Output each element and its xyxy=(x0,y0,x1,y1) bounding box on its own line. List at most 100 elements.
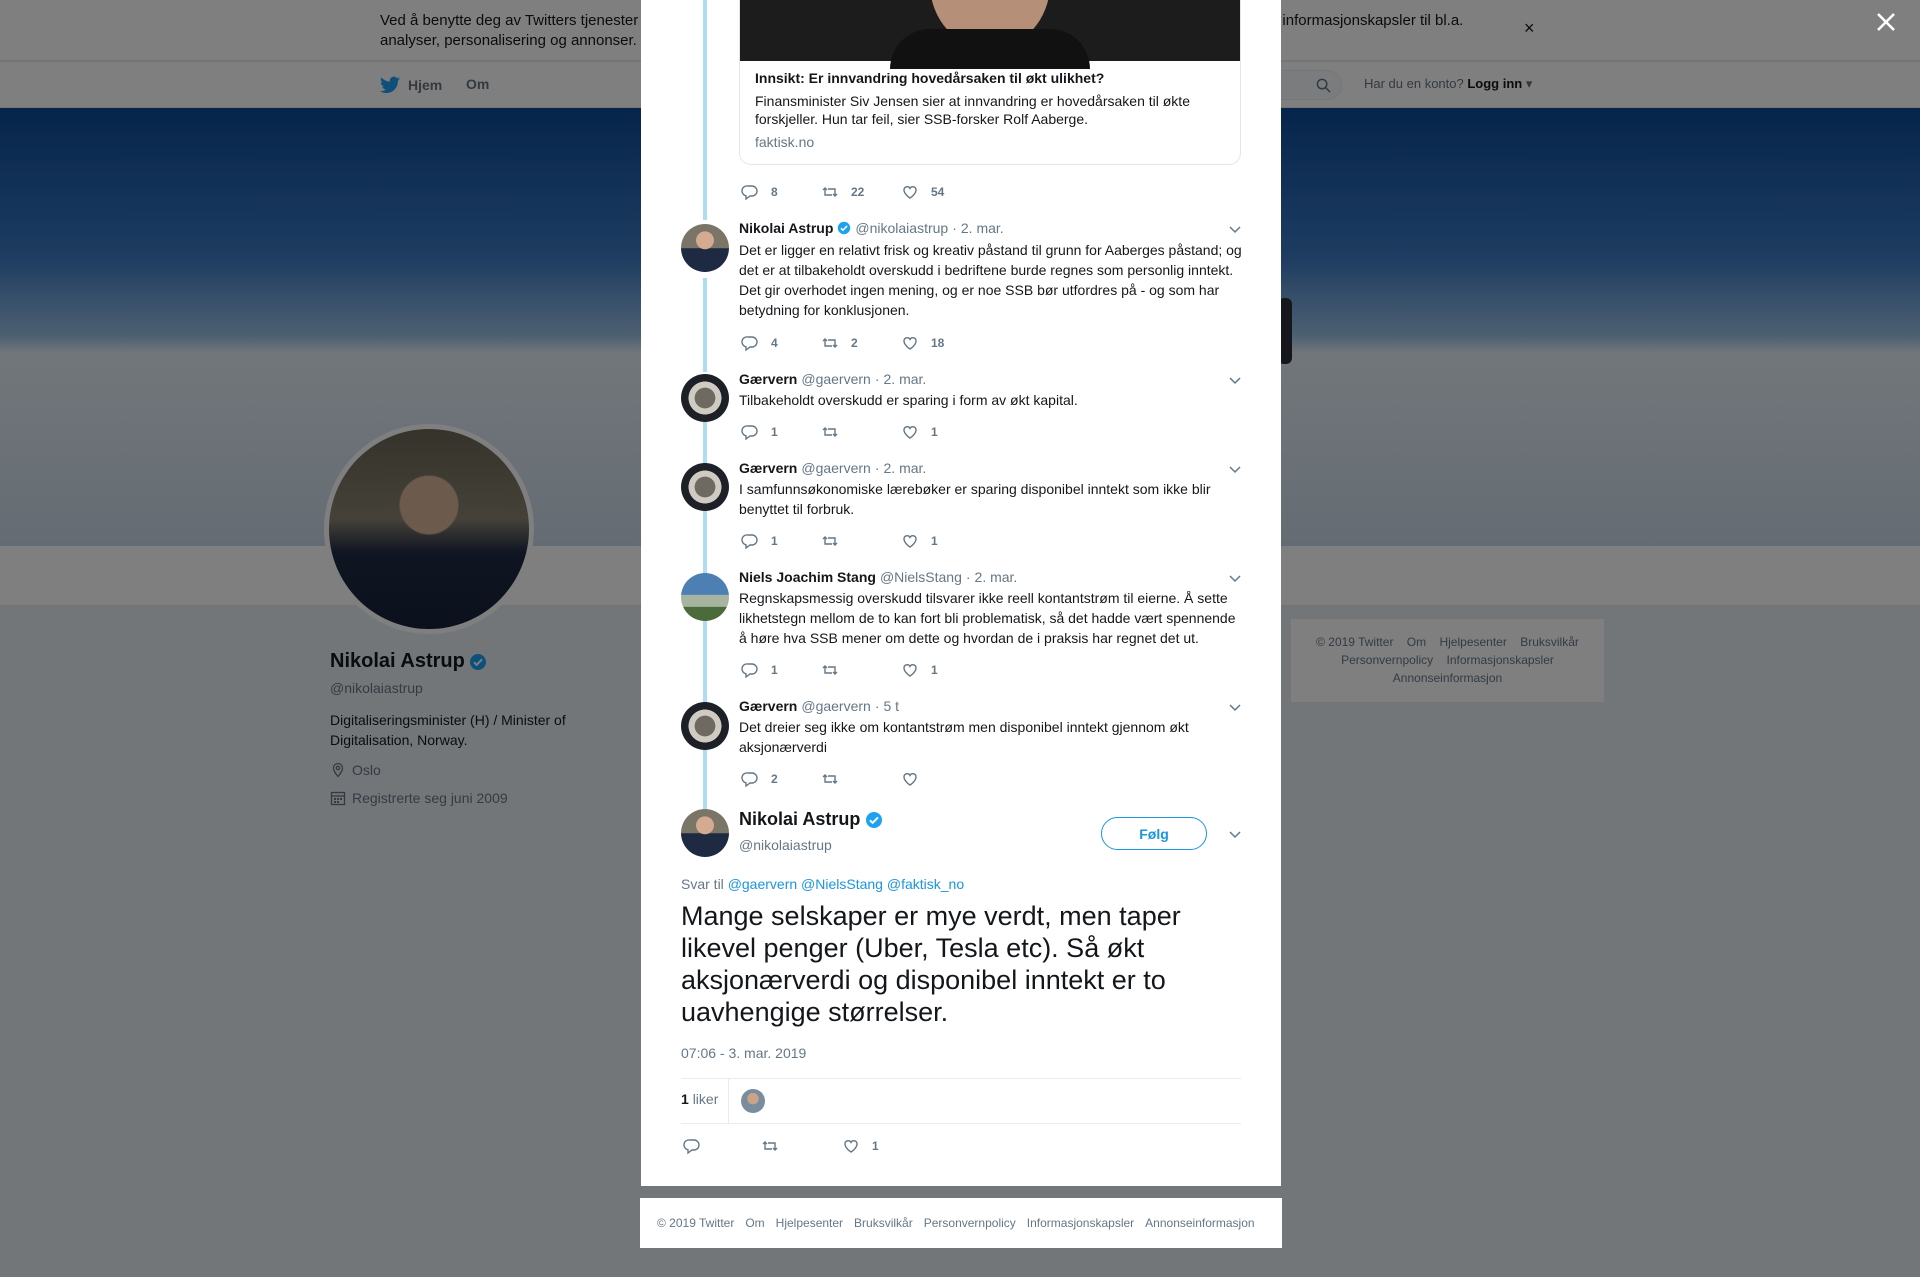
like-count: 54 xyxy=(931,185,945,199)
heart-icon xyxy=(903,773,917,786)
mention-link[interactable]: @gaervern xyxy=(728,876,797,892)
thread-line xyxy=(703,0,707,220)
tweet-header: Gærvern @gaervern · 2. mar. xyxy=(739,371,926,387)
like-button[interactable]: 1 xyxy=(842,1137,879,1155)
retweet-button[interactable]: 2 xyxy=(821,334,858,352)
tweet-author-name[interactable]: Nikolai Astrup xyxy=(739,220,833,236)
footer-link-ads[interactable]: Annonseinformasjon xyxy=(1145,1216,1254,1230)
reply-button[interactable]: 1 xyxy=(741,661,778,679)
like-count: 1 xyxy=(931,663,938,677)
footer-link-cookies[interactable]: Informasjonskapsler xyxy=(1027,1216,1134,1230)
like-button[interactable]: 1 xyxy=(901,532,938,550)
link-preview-card[interactable]: Innsikt: Er innvandring hovedårsaken til… xyxy=(739,0,1241,165)
tweet-time[interactable]: 2. mar. xyxy=(975,569,1018,585)
liker-avatar[interactable] xyxy=(741,1089,765,1113)
retweet-count: 22 xyxy=(851,185,865,199)
chevron-down-icon[interactable] xyxy=(1228,700,1242,714)
tweet-time[interactable]: 2. mar. xyxy=(961,220,1004,236)
tweet-author-handle[interactable]: @gaervern xyxy=(801,371,870,387)
retweet-icon xyxy=(822,427,838,437)
tweet-author-handle[interactable]: @NielsStang xyxy=(880,569,962,585)
close-icon[interactable] xyxy=(1874,10,1898,34)
avatar[interactable] xyxy=(681,463,729,511)
main-tweet-avatar[interactable] xyxy=(681,809,729,857)
tweet-author-handle[interactable]: @gaervern xyxy=(801,698,870,714)
heart-icon xyxy=(903,426,917,439)
reply-icon xyxy=(741,663,758,679)
retweet-icon xyxy=(822,338,838,348)
like-button[interactable]: 18 xyxy=(901,334,944,352)
footer-link-copyright[interactable]: © 2019 Twitter xyxy=(657,1216,734,1230)
retweet-icon xyxy=(822,187,838,197)
tweet-author-handle[interactable]: @gaervern xyxy=(801,460,870,476)
retweet-button[interactable] xyxy=(821,532,851,550)
tweet-author-handle[interactable]: @nikolaiastrup xyxy=(855,220,948,236)
reply-button[interactable] xyxy=(683,1137,713,1155)
footer-link-help[interactable]: Hjelpesenter xyxy=(776,1216,843,1230)
avatar[interactable] xyxy=(681,374,729,422)
reply-icon xyxy=(741,425,758,441)
retweet-button[interactable] xyxy=(821,661,851,679)
retweet-button[interactable] xyxy=(821,423,851,441)
separator-dot: · xyxy=(874,698,880,714)
verified-badge-icon xyxy=(866,811,883,828)
reply-button[interactable]: 8 xyxy=(741,183,778,201)
footer-link-terms[interactable]: Bruksvilkår xyxy=(854,1216,913,1230)
tweet-author-name[interactable]: Gærvern xyxy=(739,460,797,476)
reply-button[interactable]: 4 xyxy=(741,334,778,352)
reply-button[interactable]: 1 xyxy=(741,532,778,550)
tweet-time[interactable]: 2. mar. xyxy=(884,371,927,387)
footer-link-privacy[interactable]: Personvernpolicy xyxy=(924,1216,1016,1230)
tweet-author-name[interactable]: Gærvern xyxy=(739,698,797,714)
chevron-down-icon[interactable] xyxy=(1228,571,1242,585)
tweet-text: I samfunnsøkonomiske lærebøker er sparin… xyxy=(739,481,1211,517)
card-title: Innsikt: Er innvandring hovedårsaken til… xyxy=(755,70,1105,86)
mention-link[interactable]: @NielsStang xyxy=(801,876,883,892)
chevron-down-icon[interactable] xyxy=(1228,222,1242,236)
retweet-button[interactable] xyxy=(821,770,851,788)
avatar[interactable] xyxy=(681,702,729,750)
likes-stat[interactable]: 1 liker xyxy=(681,1091,718,1107)
main-tweet-text: Mange selskaper er mye verdt, men taper … xyxy=(681,901,1181,1027)
avatar[interactable] xyxy=(681,224,729,272)
tweet-time[interactable]: 2. mar. xyxy=(884,460,927,476)
tweet-time[interactable]: 5 t xyxy=(884,698,900,714)
main-tweet-timestamp[interactable]: 07:06 - 3. mar. 2019 xyxy=(681,1045,806,1061)
chevron-down-icon[interactable] xyxy=(1228,827,1242,841)
likes-stat-label: liker xyxy=(692,1091,719,1107)
retweet-button[interactable] xyxy=(761,1137,791,1155)
heart-icon xyxy=(844,1140,858,1153)
reply-icon xyxy=(741,336,758,352)
retweet-icon xyxy=(822,665,838,675)
retweet-icon xyxy=(822,536,838,546)
like-button[interactable] xyxy=(901,770,931,788)
chevron-down-icon[interactable] xyxy=(1228,462,1242,476)
main-tweet-handle[interactable]: @nikolaiastrup xyxy=(739,837,832,853)
like-count: 1 xyxy=(872,1139,879,1153)
reply-icon xyxy=(741,534,758,550)
tweet-author-name[interactable]: Niels Joachim Stang xyxy=(739,569,876,585)
stats-divider xyxy=(728,1079,729,1124)
reply-button[interactable]: 1 xyxy=(741,423,778,441)
retweet-count: 2 xyxy=(851,336,858,350)
like-count: 1 xyxy=(931,425,938,439)
main-tweet-author[interactable]: Nikolai Astrup xyxy=(739,809,883,830)
heart-icon xyxy=(903,664,917,677)
reply-button[interactable]: 2 xyxy=(741,770,778,788)
tweet-author-name[interactable]: Gærvern xyxy=(739,371,797,387)
like-button[interactable]: 54 xyxy=(901,183,944,201)
like-button[interactable]: 1 xyxy=(901,423,938,441)
follow-button[interactable]: Følg xyxy=(1101,817,1207,850)
retweet-button[interactable]: 22 xyxy=(821,183,864,201)
mention-link[interactable]: @faktisk_no xyxy=(887,876,964,892)
avatar[interactable] xyxy=(681,573,729,621)
footer-link-about[interactable]: Om xyxy=(745,1216,764,1230)
tweet-text: Regnskapsmessig overskudd tilsvarer ikke… xyxy=(739,590,1236,646)
main-tweet-author-name[interactable]: Nikolai Astrup xyxy=(739,809,860,830)
thread-line xyxy=(703,749,707,809)
tweet-header: Niels Joachim Stang @NielsStang · 2. mar… xyxy=(739,569,1017,585)
chevron-down-icon[interactable] xyxy=(1228,373,1242,387)
like-button[interactable]: 1 xyxy=(901,661,938,679)
like-count: 1 xyxy=(931,534,938,548)
separator-dot: · xyxy=(874,460,880,476)
